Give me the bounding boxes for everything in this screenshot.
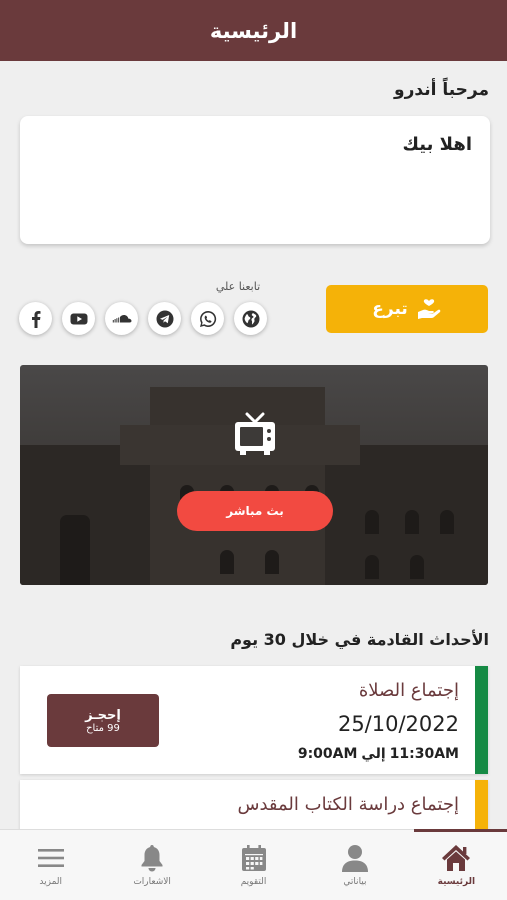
- donate-button[interactable]: تبرع: [326, 285, 488, 333]
- nav-label: الاشعارات: [133, 877, 171, 887]
- whatsapp-link[interactable]: [191, 302, 224, 335]
- event-time-from: 11:30AM: [389, 746, 459, 762]
- live-stream-label: بث مباشر: [226, 504, 284, 518]
- donate-label: تبرع: [372, 299, 408, 319]
- event-date: 25/10/2022: [337, 712, 459, 736]
- bottom-nav: المزيد الاشعارات التقويم بياناتي الرئيسي…: [0, 829, 507, 900]
- event-time-separator: إلي: [361, 746, 386, 762]
- telegram-icon: [156, 310, 173, 327]
- welcome-text: اهلا بيك: [402, 134, 472, 155]
- bell-icon: [141, 845, 163, 872]
- welcome-box: اهلا بيك: [20, 116, 490, 244]
- book-button[interactable]: إحجـز 99 متاح: [47, 694, 159, 747]
- events-title: الأحداث القادمة في خلال 30 يوم: [230, 630, 489, 649]
- nav-item-calendar[interactable]: التقويم: [203, 830, 304, 900]
- soundcloud-icon: [112, 314, 131, 322]
- social-links: [19, 302, 267, 335]
- live-stream-button[interactable]: بث مباشر: [177, 491, 333, 531]
- whatsapp-icon: [199, 310, 216, 327]
- youtube-link[interactable]: [62, 302, 95, 335]
- home-icon: [442, 845, 471, 871]
- greeting-text: مرحباً أندرو: [394, 80, 489, 100]
- event-card[interactable]: إجتماع الصلاة 25/10/2022 11:30AM إلي 9:0…: [20, 666, 488, 774]
- app-header: الرئيسية: [0, 0, 507, 61]
- youtube-icon: [70, 313, 87, 324]
- nav-item-notifications[interactable]: الاشعارات: [101, 830, 202, 900]
- event-title: إجتماع الصلاة: [358, 680, 459, 701]
- telegram-link[interactable]: [148, 302, 181, 335]
- menu-icon: [37, 849, 64, 867]
- soundcloud-link[interactable]: [105, 302, 138, 335]
- nav-item-home[interactable]: الرئيسية: [406, 829, 507, 900]
- page-title: الرئيسية: [209, 18, 298, 43]
- follow-label: تابعنا علي: [215, 280, 261, 293]
- facebook-icon: [31, 310, 40, 328]
- event-title: إجتماع دراسة الكتاب المقدس: [237, 794, 459, 815]
- tv-icon: [235, 412, 275, 455]
- user-icon: [341, 845, 368, 872]
- event-time: 11:30AM إلي 9:00AM: [298, 746, 459, 762]
- donate-hand-heart-icon: [417, 299, 441, 319]
- available-count: 99 متاح: [86, 722, 120, 734]
- calendar-icon: [241, 845, 266, 871]
- book-label: إحجـز: [85, 707, 121, 723]
- facebook-link[interactable]: [19, 302, 52, 335]
- globe-icon: [242, 310, 259, 327]
- nav-label: التقويم: [240, 877, 267, 887]
- website-link[interactable]: [234, 302, 267, 335]
- nav-item-more[interactable]: المزيد: [0, 830, 101, 900]
- nav-label: الرئيسية: [437, 877, 476, 887]
- event-time-to: 9:00AM: [297, 746, 358, 762]
- live-stream-card[interactable]: بث مباشر: [20, 365, 488, 585]
- nav-label: بياناتي: [343, 877, 367, 887]
- nav-label: المزيد: [39, 877, 63, 887]
- nav-item-profile[interactable]: بياناتي: [304, 830, 405, 900]
